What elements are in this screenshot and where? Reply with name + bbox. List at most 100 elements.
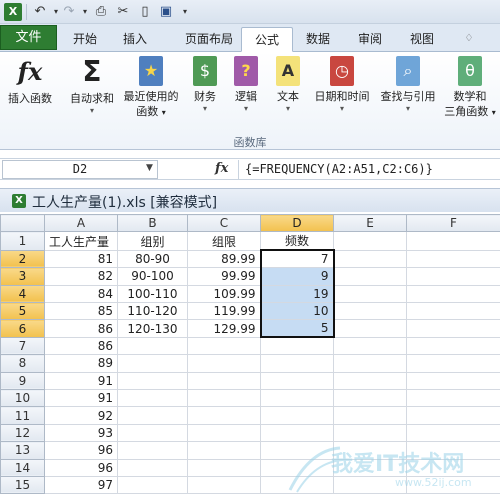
cell-f11[interactable]: [406, 406, 500, 425]
logical-button[interactable]: ? 逻辑 ▾: [228, 56, 264, 114]
cell-f4[interactable]: [406, 284, 500, 304]
cell-e11[interactable]: [333, 406, 407, 425]
cell-d13[interactable]: [260, 441, 334, 460]
cell-f3[interactable]: [406, 267, 500, 286]
cell-b14[interactable]: [117, 458, 188, 477]
cell-d5[interactable]: 10: [259, 302, 335, 321]
cell-a11[interactable]: 92: [44, 406, 118, 425]
cell-a9[interactable]: 91: [44, 371, 118, 391]
cell-a2[interactable]: 81: [44, 249, 118, 269]
cell-e15[interactable]: [333, 475, 407, 495]
row-header[interactable]: 4: [0, 284, 45, 304]
cell-e10[interactable]: [333, 389, 407, 408]
cell-e8[interactable]: [333, 354, 407, 373]
cell-e7[interactable]: [333, 336, 407, 356]
cell-d1[interactable]: 频数: [260, 231, 334, 251]
cell-d3[interactable]: 9: [259, 267, 335, 286]
cell-e12[interactable]: [333, 423, 407, 443]
cell-b3[interactable]: 90-100: [117, 267, 188, 286]
save-icon[interactable]: ▣: [157, 3, 175, 21]
cell-a8[interactable]: 89: [44, 354, 118, 373]
date-time-button[interactable]: ◷ 日期和时间 ▾: [310, 56, 374, 114]
column-header-e[interactable]: E: [333, 213, 407, 233]
cell-c3[interactable]: 99.99: [187, 267, 261, 286]
cell-f7[interactable]: [406, 336, 500, 356]
cell-b1[interactable]: 组别: [117, 231, 188, 251]
cell-f9[interactable]: [406, 371, 500, 391]
lookup-reference-button[interactable]: ⌕ 查找与引用 ▾: [376, 56, 440, 114]
cell-d2[interactable]: 7: [259, 249, 335, 269]
cell-f10[interactable]: [406, 389, 500, 408]
select-all-corner[interactable]: [0, 213, 45, 233]
column-header-b[interactable]: B: [117, 213, 188, 233]
row-header[interactable]: 2: [0, 249, 45, 269]
cell-d8[interactable]: [260, 354, 334, 373]
cell-f15[interactable]: [406, 475, 500, 495]
tab-data[interactable]: 数据: [298, 27, 338, 52]
cell-b9[interactable]: [117, 371, 188, 391]
cell-f1[interactable]: [406, 231, 500, 251]
row-header[interactable]: 15: [0, 475, 45, 495]
cell-a6[interactable]: 86: [44, 319, 118, 338]
row-header[interactable]: 5: [0, 302, 45, 321]
cell-d9[interactable]: [260, 371, 334, 391]
name-box[interactable]: D2: [2, 160, 158, 179]
cell-b7[interactable]: [117, 336, 188, 356]
tab-formulas[interactable]: 公式: [241, 27, 293, 52]
recently-used-button[interactable]: ★ 最近使用的 函数 ▾: [120, 56, 182, 120]
cell-b15[interactable]: [117, 475, 188, 495]
cell-b13[interactable]: [117, 441, 188, 460]
cell-b10[interactable]: [117, 389, 188, 408]
cell-f13[interactable]: [406, 441, 500, 460]
row-header[interactable]: 12: [0, 423, 45, 443]
format-painter-icon[interactable]: ✂: [114, 3, 132, 21]
column-header-a[interactable]: A: [44, 213, 118, 233]
cell-a5[interactable]: 85: [44, 302, 118, 321]
print-preview-icon[interactable]: ⎙: [92, 3, 110, 21]
text-button[interactable]: A 文本 ▾: [270, 56, 306, 114]
cell-e6[interactable]: [333, 319, 407, 338]
insert-function-button[interactable]: fx 插入函数: [2, 56, 58, 106]
cell-c14[interactable]: [187, 458, 261, 477]
row-header[interactable]: 6: [0, 319, 45, 338]
cell-c5[interactable]: 119.99: [187, 302, 261, 321]
cell-c15[interactable]: [187, 475, 261, 495]
row-header[interactable]: 3: [0, 267, 45, 286]
cell-c9[interactable]: [187, 371, 261, 391]
cell-b4[interactable]: 100-110: [117, 284, 188, 304]
cell-f5[interactable]: [406, 302, 500, 321]
row-header[interactable]: 9: [0, 371, 45, 391]
cell-a1[interactable]: 工人生产量: [44, 231, 118, 251]
math-trig-button[interactable]: θ 数学和 三角函数 ▾: [442, 56, 498, 120]
row-header[interactable]: 13: [0, 441, 45, 460]
cell-c11[interactable]: [187, 406, 261, 425]
cell-d7[interactable]: [260, 336, 334, 356]
financial-button[interactable]: $ 财务 ▾: [186, 56, 224, 114]
cell-e4[interactable]: [333, 284, 407, 304]
cell-e13[interactable]: [333, 441, 407, 460]
column-header-f[interactable]: F: [406, 213, 500, 233]
cell-e2[interactable]: [333, 249, 407, 269]
cell-c2[interactable]: 89.99: [187, 249, 261, 269]
new-document-icon[interactable]: ▯: [136, 3, 154, 21]
column-header-c[interactable]: C: [187, 213, 261, 233]
tab-view[interactable]: 视图: [402, 27, 442, 52]
cell-a12[interactable]: 93: [44, 423, 118, 443]
tab-review[interactable]: 审阅: [350, 27, 390, 52]
cell-f8[interactable]: [406, 354, 500, 373]
cell-a4[interactable]: 84: [44, 284, 118, 304]
cell-f12[interactable]: [406, 423, 500, 443]
cell-a10[interactable]: 91: [44, 389, 118, 408]
row-header[interactable]: 14: [0, 458, 45, 477]
cell-a3[interactable]: 82: [44, 267, 118, 286]
cell-d11[interactable]: [260, 406, 334, 425]
cell-f2[interactable]: [406, 249, 500, 269]
formula-input[interactable]: {=FREQUENCY(A2:A51,C2:C6)}: [238, 160, 498, 179]
chevron-down-icon[interactable]: ▼: [146, 163, 153, 173]
cell-c1[interactable]: 组限: [187, 231, 261, 251]
customize-toolbar-icon[interactable]: ▾: [176, 3, 194, 21]
cell-f14[interactable]: [406, 458, 500, 477]
cell-b6[interactable]: 120-130: [117, 319, 188, 338]
tab-home[interactable]: 开始: [62, 27, 108, 52]
cell-d10[interactable]: [260, 389, 334, 408]
